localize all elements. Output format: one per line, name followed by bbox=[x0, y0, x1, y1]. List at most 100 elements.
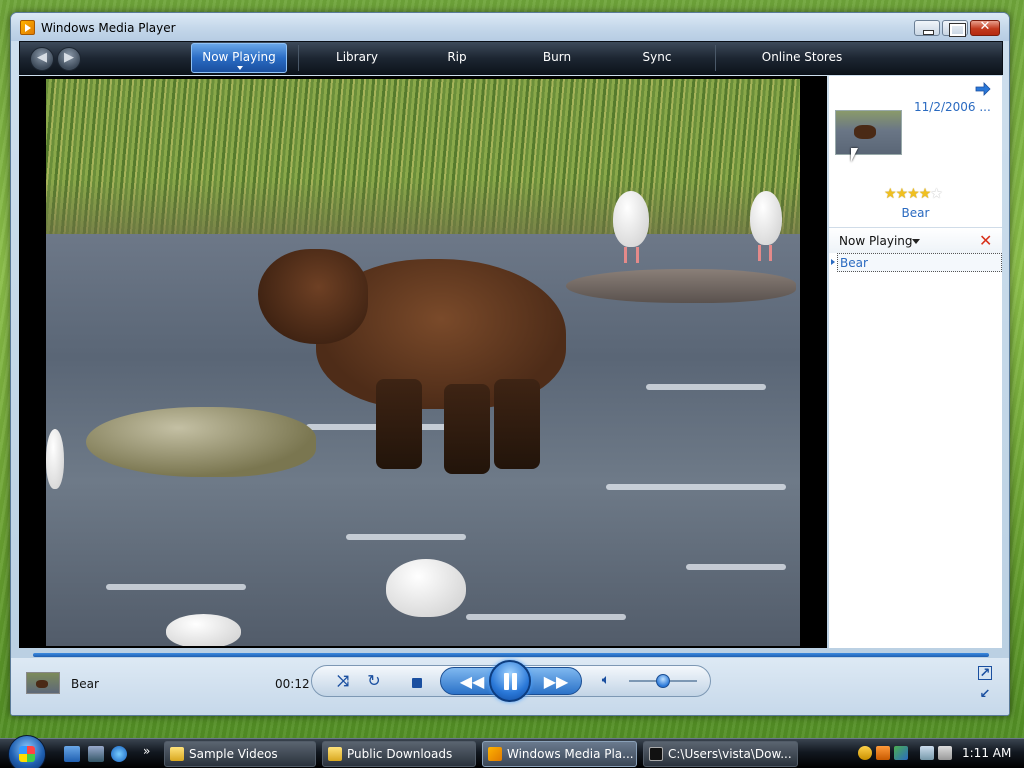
next-button[interactable]: ▶▶ bbox=[541, 672, 571, 691]
star-icon[interactable]: ★ bbox=[884, 186, 897, 202]
list-pane: 11/2/2006 ... ★★★★★ Bear Now Playing ✕ B… bbox=[829, 76, 1002, 648]
star-icon[interactable]: ★ bbox=[896, 186, 909, 202]
tab-burn[interactable]: Burn bbox=[507, 42, 607, 74]
wmp-icon bbox=[488, 747, 502, 761]
defender-icon[interactable] bbox=[876, 746, 890, 760]
album-title-link[interactable]: Bear bbox=[829, 206, 1002, 220]
switch-windows-icon[interactable] bbox=[88, 746, 104, 762]
bear-leg bbox=[494, 379, 540, 469]
pause-icon bbox=[504, 673, 509, 690]
water-ripple bbox=[106, 584, 246, 590]
tab-separator bbox=[715, 45, 716, 71]
now-playing-list-label[interactable]: Now Playing bbox=[839, 234, 913, 248]
seagull bbox=[613, 191, 649, 247]
minimize-button[interactable] bbox=[914, 20, 940, 36]
forward-button[interactable]: ▶ bbox=[57, 47, 81, 71]
water-ripple bbox=[606, 484, 786, 490]
security-shield-icon[interactable] bbox=[858, 746, 872, 760]
window-title: Windows Media Player bbox=[41, 21, 176, 35]
folder-icon bbox=[328, 747, 342, 761]
playlist-item[interactable]: Bear bbox=[837, 253, 1002, 272]
album-date[interactable]: 11/2/2006 ... bbox=[914, 100, 991, 114]
taskbar-item-sample-videos[interactable]: Sample Videos bbox=[164, 741, 316, 767]
windows-update-icon[interactable] bbox=[894, 746, 908, 760]
current-item-marker-icon bbox=[831, 259, 835, 265]
seagull-leg bbox=[758, 245, 761, 261]
taskbar-clock[interactable]: 1:11 AM bbox=[962, 746, 1011, 760]
switch-to-compact-icon[interactable]: ↙ bbox=[978, 688, 992, 702]
volume-slider-handle[interactable] bbox=[656, 674, 670, 688]
pause-button[interactable] bbox=[489, 660, 531, 702]
seagull-leg bbox=[636, 247, 639, 263]
water-ripple bbox=[466, 614, 626, 620]
star-rating[interactable]: ★★★★★ bbox=[884, 186, 943, 202]
notification-area: 1:11 AM bbox=[852, 741, 1024, 767]
repeat-icon[interactable]: ↻ bbox=[364, 671, 384, 690]
internet-explorer-icon[interactable] bbox=[111, 746, 127, 762]
arrow-right-icon[interactable] bbox=[975, 82, 991, 96]
star-empty-icon[interactable]: ★ bbox=[930, 186, 943, 202]
video-pane[interactable] bbox=[19, 76, 827, 648]
folder-icon bbox=[170, 747, 184, 761]
back-button[interactable]: ◀ bbox=[30, 47, 54, 71]
album-art-thumbnail[interactable] bbox=[835, 110, 902, 155]
water-ripple bbox=[686, 564, 786, 570]
taskbar-item-public-downloads[interactable]: Public Downloads bbox=[322, 741, 476, 767]
previous-button[interactable]: ◀◀ bbox=[457, 672, 487, 691]
chevron-down-icon[interactable] bbox=[912, 239, 920, 244]
seek-bar[interactable] bbox=[33, 653, 989, 657]
tab-separator bbox=[298, 45, 299, 71]
taskbar: » Sample Videos Public Downloads Windows… bbox=[0, 735, 1024, 768]
tab-rip[interactable]: Rip bbox=[407, 42, 507, 74]
playback-controls: Bear 00:12 ⤨ ↻ ◀◀ ▶▶ 🔈︎ ↗ ↙ bbox=[11, 658, 1009, 715]
video-grass-bank bbox=[46, 79, 800, 239]
seagull bbox=[166, 614, 241, 646]
title-bar[interactable]: Windows Media Player ✕ bbox=[11, 13, 1009, 41]
media-player-window: Windows Media Player ✕ ◀ ▶ Now Playing L… bbox=[10, 12, 1010, 716]
close-button[interactable]: ✕ bbox=[970, 19, 1000, 36]
taskbar-item-command-prompt[interactable]: C:\Users\vista\Dow... bbox=[643, 741, 798, 767]
tab-library[interactable]: Library bbox=[307, 42, 407, 74]
wmp-app-icon bbox=[20, 20, 35, 35]
maximize-button[interactable] bbox=[942, 20, 968, 37]
back-arrow-icon: ◀ bbox=[37, 50, 47, 65]
pause-icon bbox=[512, 673, 517, 690]
volume-icon[interactable]: 🔈︎ bbox=[596, 672, 616, 688]
elapsed-time[interactable]: 00:12 bbox=[275, 677, 310, 691]
shuffle-icon[interactable]: ⤨ bbox=[333, 672, 353, 690]
current-track-name: Bear bbox=[71, 677, 99, 691]
stop-button[interactable] bbox=[412, 678, 422, 688]
bear-leg bbox=[376, 379, 422, 469]
tab-now-playing[interactable]: Now Playing bbox=[191, 43, 287, 73]
rock bbox=[566, 269, 796, 303]
star-icon[interactable]: ★ bbox=[919, 186, 932, 202]
show-desktop-icon[interactable] bbox=[64, 746, 80, 762]
water-ripple bbox=[346, 534, 466, 540]
network-icon[interactable] bbox=[920, 746, 934, 760]
star-icon[interactable]: ★ bbox=[907, 186, 920, 202]
video-frame[interactable] bbox=[46, 79, 800, 646]
cmd-icon bbox=[649, 747, 663, 761]
bear-head bbox=[258, 249, 368, 344]
clear-list-icon[interactable]: ✕ bbox=[979, 231, 992, 250]
seagull bbox=[386, 559, 466, 617]
close-icon: ✕ bbox=[979, 19, 991, 34]
seagull bbox=[46, 429, 64, 489]
current-media-thumbnail[interactable] bbox=[26, 672, 60, 694]
quick-launch-more-icon[interactable]: » bbox=[143, 744, 150, 758]
seagull-leg bbox=[769, 245, 772, 261]
water-ripple bbox=[646, 384, 766, 390]
now-playing-list-header: Now Playing ✕ bbox=[829, 227, 1002, 253]
fullscreen-icon[interactable]: ↗ bbox=[978, 666, 992, 681]
taskbar-item-label: Public Downloads bbox=[347, 747, 453, 761]
taskbar-item-windows-media-player[interactable]: Windows Media Pla... bbox=[482, 741, 637, 767]
bear-leg bbox=[444, 384, 490, 474]
tab-online-stores[interactable]: Online Stores bbox=[737, 42, 867, 74]
taskbar-item-label: Sample Videos bbox=[189, 747, 278, 761]
volume-muted-icon[interactable] bbox=[938, 746, 952, 760]
start-button[interactable] bbox=[8, 735, 46, 768]
taskbar-item-label: Windows Media Pla... bbox=[507, 747, 634, 761]
tab-sync[interactable]: Sync bbox=[607, 42, 707, 74]
mouse-cursor-icon bbox=[851, 148, 858, 162]
seagull-leg bbox=[624, 247, 627, 263]
